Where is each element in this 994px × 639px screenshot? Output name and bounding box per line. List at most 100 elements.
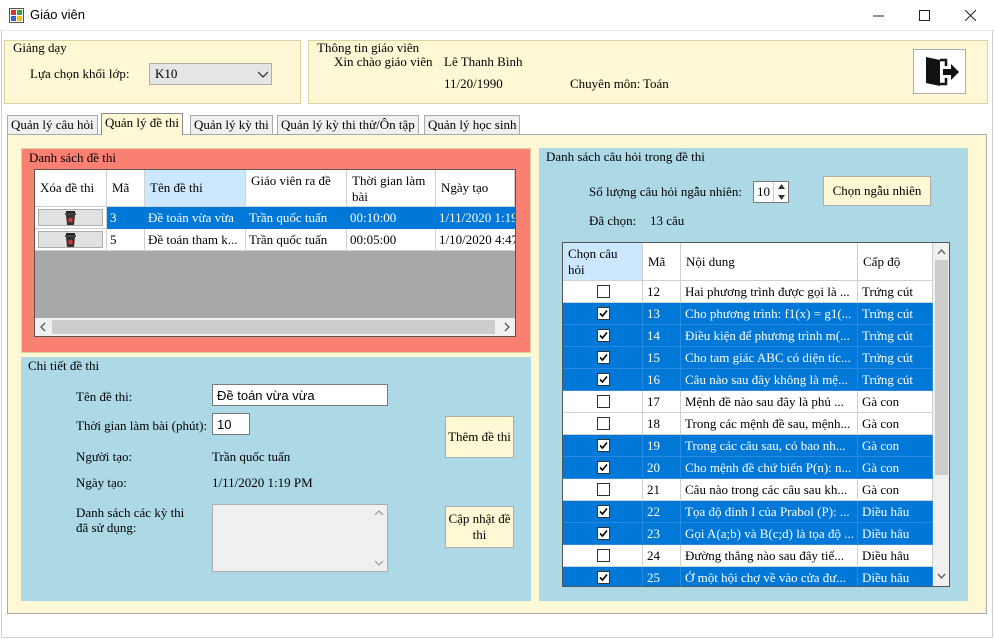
trash-icon <box>65 233 76 247</box>
table-row[interactable]: 13 Cho phương trình: f1(x) = g1(... Trứng … <box>563 303 933 325</box>
exam-col-created[interactable]: Ngày tạo <box>436 170 515 207</box>
table-row[interactable]: 20 Cho mệnh đề chứ biến P(n): n... Gà con <box>563 457 933 479</box>
table-row[interactable]: 19 Trong các câu sau, có bao nh... Gà con <box>563 435 933 457</box>
question-checkbox[interactable] <box>597 329 610 342</box>
minimize-icon <box>872 15 884 17</box>
question-select-cell[interactable] <box>563 479 643 501</box>
question-checkbox[interactable] <box>597 461 610 474</box>
question-select-cell[interactable] <box>563 567 643 586</box>
question-checkbox[interactable] <box>597 373 610 386</box>
specialty-value: Toán <box>643 76 669 91</box>
tab-question-management[interactable]: Quản lý câu hỏi <box>7 115 98 134</box>
tab-student-management[interactable]: Quản lý học sinh <box>424 115 521 134</box>
exam-col-name[interactable]: Tên đề thi <box>145 170 246 207</box>
table-row[interactable]: 25 Ở một hội chợ về vào cửa đư... Diều hâu <box>563 567 933 586</box>
question-level-cell: Gà con <box>858 391 933 413</box>
question-checkbox[interactable] <box>597 505 610 518</box>
question-checkbox[interactable] <box>597 351 610 364</box>
question-select-cell[interactable] <box>563 325 643 347</box>
teacher-dob: 11/20/1990 <box>444 76 503 91</box>
question-checkbox[interactable] <box>597 285 610 298</box>
question-content-cell: Mệnh đề nào sau đây là phủ ... <box>681 391 858 413</box>
table-row[interactable]: 16 Câu nào sau đây không là mệ... Trứng cú… <box>563 369 933 391</box>
random-select-button[interactable]: Chọn ngẫu nhiên <box>823 176 931 206</box>
question-select-cell[interactable] <box>563 281 643 303</box>
question-select-cell[interactable] <box>563 457 643 479</box>
question-select-cell[interactable] <box>563 501 643 523</box>
question-col-level[interactable]: Cấp độ <box>858 243 933 281</box>
question-select-cell[interactable] <box>563 303 643 325</box>
question-select-cell[interactable] <box>563 391 643 413</box>
question-checkbox[interactable] <box>597 549 610 562</box>
exam-col-delete[interactable]: Xóa đề thi <box>35 170 107 207</box>
maximize-button[interactable] <box>901 0 947 31</box>
exam-delete-cell <box>35 229 107 251</box>
question-checkbox[interactable] <box>597 417 610 430</box>
question-col-content[interactable]: Nội dung <box>681 243 858 281</box>
question-select-cell[interactable] <box>563 523 643 545</box>
delete-exam-button[interactable] <box>38 231 103 248</box>
question-grid: Chọn câu hỏi Mã Nội dung Cấp độ 12 Hai ph… <box>562 242 950 587</box>
checkmark-icon <box>599 507 608 516</box>
logout-button[interactable] <box>913 49 966 94</box>
question-checkbox[interactable] <box>597 483 610 496</box>
table-row[interactable]: 17 Mệnh đề nào sau đây là phủ ... Gà con <box>563 391 933 413</box>
table-row[interactable]: 3 Đề toán vừa vừa Trần quốc tuấn 00:10:0… <box>35 207 515 229</box>
question-checkbox[interactable] <box>597 571 610 584</box>
question-col-id[interactable]: Mã <box>643 243 681 281</box>
close-button[interactable] <box>947 0 993 31</box>
exam-grid-hscrollbar[interactable] <box>35 318 515 336</box>
question-checkbox[interactable] <box>597 307 610 320</box>
spinner-down-button[interactable] <box>773 192 788 202</box>
question-grid-vscrollbar[interactable] <box>933 243 949 586</box>
exam-delete-cell <box>35 207 107 229</box>
random-count-spinner[interactable]: 10 <box>753 181 789 203</box>
question-checkbox[interactable] <box>597 527 610 540</box>
add-exam-button[interactable]: Thêm đề thi <box>445 416 514 458</box>
used-tests-list[interactable] <box>212 504 388 572</box>
exam-name-input[interactable] <box>212 384 388 406</box>
question-checkbox[interactable] <box>597 395 610 408</box>
spinner-up-button[interactable] <box>773 182 788 192</box>
question-select-cell[interactable] <box>563 347 643 369</box>
tab-practice-test-management[interactable]: Quản lý kỳ thi thử/Ôn tập <box>277 115 419 134</box>
table-row[interactable]: 21 Câu nào trong các câu sau kh... Gà con <box>563 479 933 501</box>
class-select[interactable]: K10 <box>149 63 272 85</box>
question-select-cell[interactable] <box>563 413 643 435</box>
exam-col-duration[interactable]: Thời gian làm bài <box>347 170 436 207</box>
exam-col-id[interactable]: Mã <box>107 170 145 207</box>
table-row[interactable]: 15 Cho tam giác ABC có diện tíc... Trứng c… <box>563 347 933 369</box>
question-select-cell[interactable] <box>563 545 643 567</box>
question-content-cell: Cho mệnh đề chứ biến P(n): n... <box>681 457 858 479</box>
table-row[interactable]: 22 Tọa độ đỉnh I của Prabol (P): ... Diều … <box>563 501 933 523</box>
exam-created-cell: 1/10/2020 4:47 <box>436 229 515 251</box>
question-select-cell[interactable] <box>563 435 643 457</box>
question-select-cell[interactable] <box>563 369 643 391</box>
table-row[interactable]: 23 Gọi A(a;b) và B(c;d) là tọa độ ... Diều… <box>563 523 933 545</box>
question-level-cell: Trứng cút <box>858 281 933 303</box>
question-grid-scroll-thumb[interactable] <box>935 260 948 475</box>
duration-input[interactable] <box>212 413 250 435</box>
table-row[interactable]: 24 Đường thẳng nào sau đây tiế... Diều hâu <box>563 545 933 567</box>
question-col-select[interactable]: Chọn câu hỏi <box>563 243 643 281</box>
update-exam-button[interactable]: Cập nhật đề thi <box>445 506 514 548</box>
tab-test-management[interactable]: Quản lý kỳ thi <box>190 115 273 134</box>
chevron-down-icon <box>778 195 785 200</box>
question-id-cell: 13 <box>643 303 681 325</box>
table-row[interactable]: 14 Điều kiện để phương trình m(... Trứng c… <box>563 325 933 347</box>
delete-exam-button[interactable] <box>38 209 103 226</box>
question-level-cell: Gà con <box>858 479 933 501</box>
tab-exam-management[interactable]: Quản lý đề thi <box>101 113 184 135</box>
minimize-button[interactable] <box>855 0 901 31</box>
question-level-cell: Diều hâu <box>858 567 933 586</box>
exam-grid-scroll-thumb[interactable] <box>52 320 495 334</box>
exam-list-title: Danh sách đề thi <box>29 150 117 165</box>
question-level-cell: Trứng cút <box>858 303 933 325</box>
table-row[interactable]: 5 Đề toán tham k... Trần quốc tuấn 00:05… <box>35 229 515 251</box>
table-row[interactable]: 12 Hai phương trình được gọi là ... Trứng … <box>563 281 933 303</box>
question-checkbox[interactable] <box>597 439 610 452</box>
exam-col-teacher[interactable]: Giáo viên ra đề <box>246 170 347 207</box>
table-row[interactable]: 18 Trong các mệnh đề sau, mệnh... Gà con <box>563 413 933 435</box>
used-tests-scrollbar[interactable] <box>371 505 387 571</box>
exam-id-cell: 5 <box>107 229 145 251</box>
